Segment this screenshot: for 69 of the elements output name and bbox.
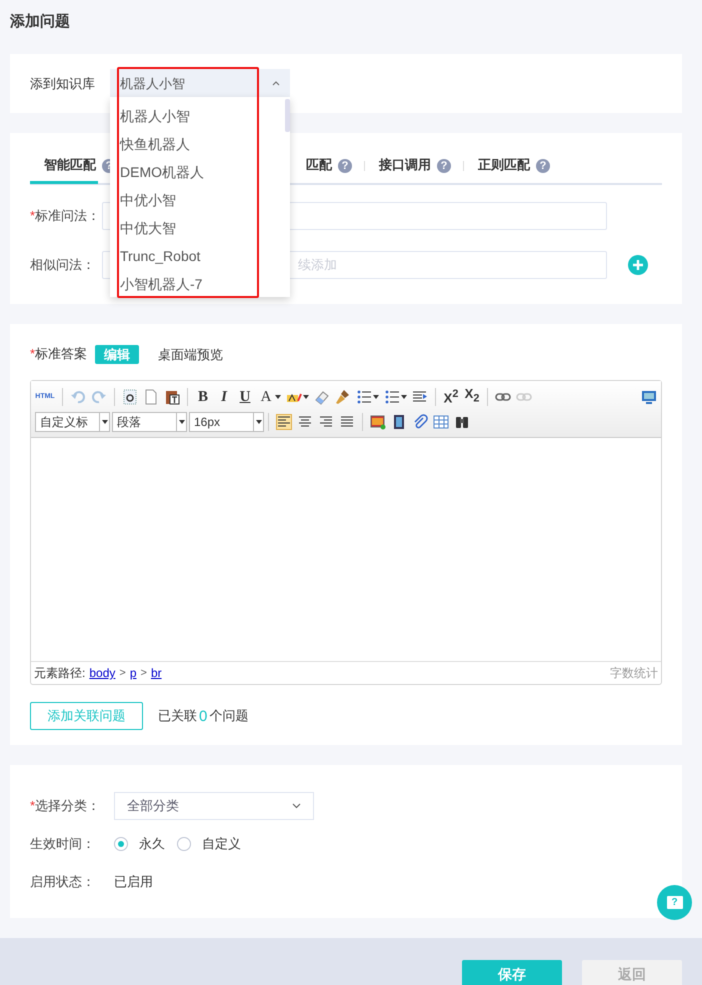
indent-icon[interactable] xyxy=(412,388,428,404)
field-label: *标准答案 xyxy=(30,345,88,363)
film-icon[interactable] xyxy=(391,414,407,430)
toolbar-select[interactable]: 16px xyxy=(189,412,264,432)
italic-button[interactable]: I xyxy=(216,388,232,404)
page-title: 添加问题 xyxy=(9,12,71,32)
dropdown-item[interactable]: 机器人小智 xyxy=(120,107,190,125)
justify-icon[interactable] xyxy=(339,414,355,430)
align-center-icon[interactable] xyxy=(297,414,313,430)
dropdown-item[interactable]: 中优大智 xyxy=(120,219,176,237)
subscript-button[interactable]: X$_{2}$ xyxy=(464,386,480,407)
dropdown-item[interactable]: 快鱼机器人 xyxy=(120,135,190,153)
align-right-icon[interactable] xyxy=(318,414,334,430)
knowledge-base-select[interactable]: 机器人小智 xyxy=(110,68,290,98)
eraser-icon[interactable] xyxy=(314,388,330,404)
path-link[interactable]: p xyxy=(130,666,136,680)
path-label: 元素路径: xyxy=(34,664,86,682)
caret-icon[interactable] xyxy=(303,394,309,398)
radio-label[interactable]: 自定义 xyxy=(202,835,241,853)
related-count: 0 xyxy=(199,708,208,724)
caret-icon[interactable] xyxy=(178,420,184,424)
field-label: 生效时间： xyxy=(30,835,96,853)
image-icon[interactable] xyxy=(370,414,386,430)
paste-icon[interactable] xyxy=(164,388,180,404)
scrollbar-thumb[interactable] xyxy=(285,99,290,132)
tab[interactable]: 匹配 xyxy=(292,150,334,184)
path-separator: > xyxy=(140,667,147,679)
field-label: *选择分类： xyxy=(30,797,102,815)
path-link[interactable]: body xyxy=(89,666,116,680)
field-label: 相似问法： xyxy=(30,256,96,274)
brush-icon[interactable] xyxy=(335,388,351,404)
tab[interactable]: 正则匹配 xyxy=(464,150,532,184)
field-label: 添到知识库 xyxy=(30,74,96,92)
caret-icon[interactable] xyxy=(401,394,407,398)
mode-tab[interactable]: 桌面端预览 xyxy=(149,344,232,364)
caret-icon[interactable] xyxy=(102,420,108,424)
dropdown-item[interactable]: 中优小智 xyxy=(120,191,176,209)
bullet-list-icon[interactable] xyxy=(384,388,400,404)
radio-button[interactable] xyxy=(114,837,128,851)
underline-button[interactable]: U xyxy=(237,388,253,404)
chevron-icon xyxy=(292,803,301,809)
caret-icon[interactable] xyxy=(373,394,379,398)
field-label: *标准问法： xyxy=(30,206,102,224)
page-icon[interactable] xyxy=(143,388,159,404)
dropdown-item[interactable]: DEMO机器人 xyxy=(120,163,204,181)
table-icon[interactable] xyxy=(433,414,449,430)
path-link[interactable]: br xyxy=(150,666,162,680)
bold-button[interactable]: B xyxy=(195,388,211,404)
font-color-button[interactable]: A xyxy=(258,388,274,404)
paperclip-icon[interactable] xyxy=(412,414,428,430)
monitor-icon[interactable] xyxy=(641,388,657,404)
word-count: 字数统计 xyxy=(610,664,658,682)
field-label: 启用状态： xyxy=(30,873,96,891)
status-value: 已启用 xyxy=(114,873,153,891)
category-select[interactable]: 全部分类 xyxy=(114,792,314,820)
caret-icon xyxy=(272,81,280,86)
related-label: 已关联 xyxy=(158,707,197,725)
tab[interactable]: 智能匹配 xyxy=(30,150,98,184)
superscript-button[interactable]: X$^{2}$ xyxy=(443,386,459,407)
toolbar-select[interactable]: 段落 xyxy=(112,412,187,432)
path-separator: > xyxy=(119,667,126,679)
caret-icon[interactable] xyxy=(256,420,262,424)
toolbar-select[interactable]: 自定义标 xyxy=(35,412,110,432)
tab[interactable]: 接口调用 xyxy=(365,150,433,184)
related-label: 个问题 xyxy=(209,707,248,725)
align-left-icon[interactable] xyxy=(276,414,292,430)
radio-label[interactable]: 永久 xyxy=(139,835,165,853)
caret-icon[interactable] xyxy=(275,394,281,398)
radio-button[interactable] xyxy=(177,837,191,851)
